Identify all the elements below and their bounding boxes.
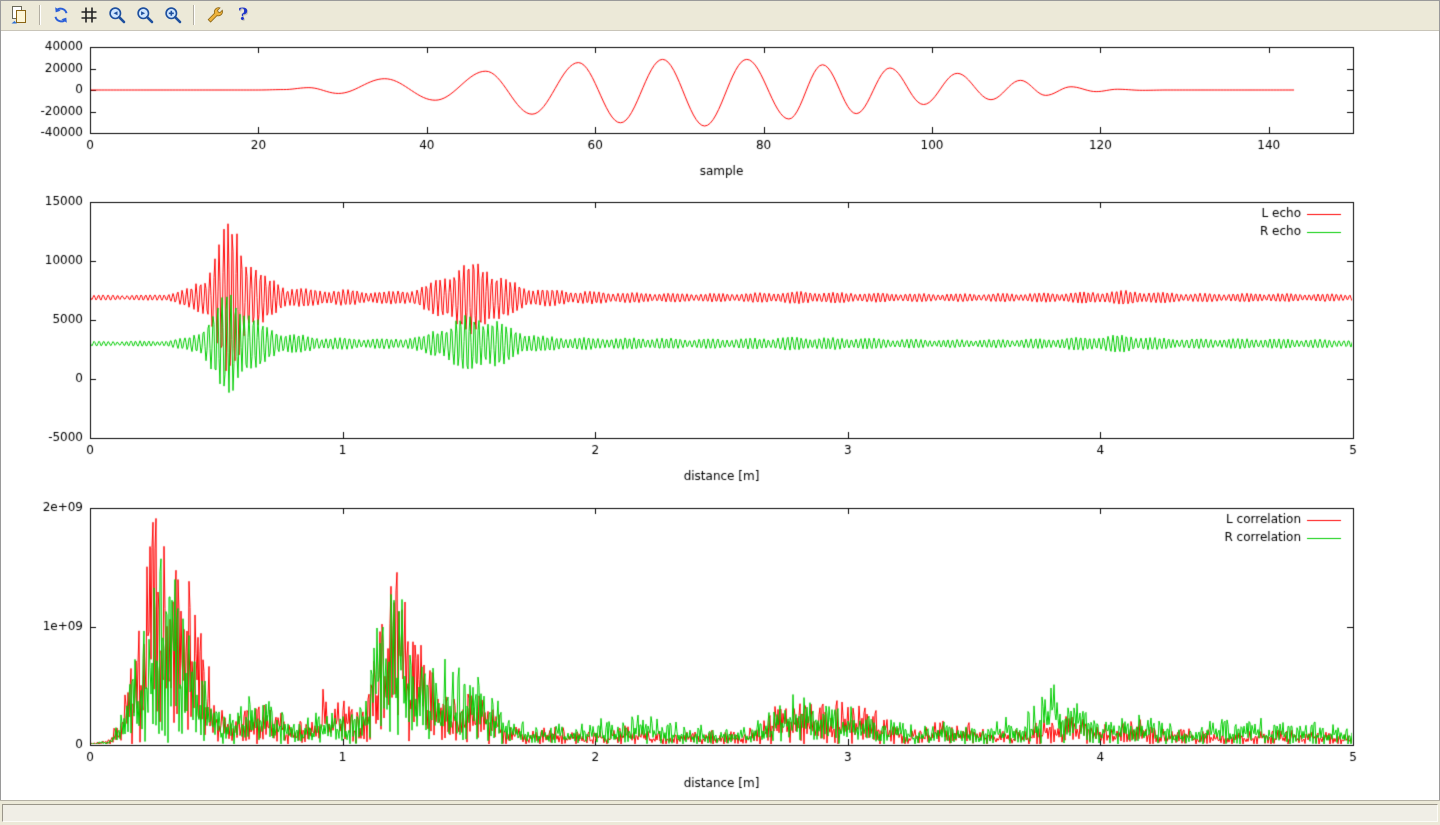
help-button[interactable]: ? — [230, 2, 256, 28]
configure-button[interactable] — [202, 2, 228, 28]
toolbar-separator — [39, 5, 41, 25]
replot-button[interactable] — [48, 2, 74, 28]
clipboard-copy-icon — [9, 5, 29, 25]
status-text — [2, 804, 1438, 822]
toolbar-separator — [193, 5, 195, 25]
autoscale-button[interactable] — [160, 2, 186, 28]
plot-window: ? — [0, 0, 1440, 825]
status-bar — [0, 801, 1440, 825]
zoom-previous-button[interactable] — [104, 2, 130, 28]
zoom-next-icon — [135, 5, 155, 25]
grid-icon — [79, 5, 99, 25]
plot-canvas[interactable] — [0, 31, 1440, 801]
refresh-icon — [51, 5, 71, 25]
copy-button[interactable] — [6, 2, 32, 28]
wrench-icon — [205, 5, 225, 25]
help-icon: ? — [238, 7, 248, 24]
toolbar: ? — [0, 0, 1440, 31]
grid-button[interactable] — [76, 2, 102, 28]
zoom-previous-icon — [107, 5, 127, 25]
zoom-next-button[interactable] — [132, 2, 158, 28]
autoscale-icon — [163, 5, 183, 25]
